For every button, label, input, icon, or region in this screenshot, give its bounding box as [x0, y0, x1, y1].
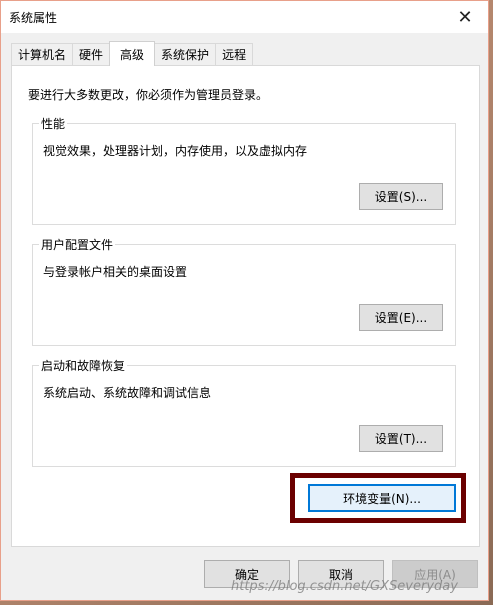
tab-computer-name[interactable]: 计算机名 — [11, 43, 74, 65]
tab-system-protection[interactable]: 系统保护 — [154, 43, 217, 65]
window-title: 系统属性 — [9, 11, 58, 25]
performance-description: 视觉效果，处理器计划，内存使用，以及虚拟内存 — [43, 144, 308, 158]
environment-variables-button[interactable]: 环境变量(N)... — [308, 484, 456, 512]
tab-advanced[interactable]: 高级 — [109, 41, 156, 66]
close-button[interactable]: ✕ — [442, 1, 488, 33]
startup-recovery-description: 系统启动、系统故障和调试信息 — [43, 386, 212, 400]
admin-note: 要进行大多数更改，你必须作为管理员登录。 — [28, 88, 269, 102]
user-profiles-title: 用户配置文件 — [39, 236, 116, 253]
startup-recovery-settings-button[interactable]: 设置(T)... — [359, 425, 443, 452]
user-profiles-group: 用户配置文件 与登录帐户相关的桌面设置 设置(E)... — [32, 236, 456, 346]
title-bar: 系统属性 ✕ — [1, 1, 488, 33]
startup-recovery-group: 启动和故障恢复 系统启动、系统故障和调试信息 设置(T)... — [32, 357, 456, 467]
watermark: https://blog.csdn.net/GXSeveryday — [231, 579, 458, 594]
performance-group: 性能 视觉效果，处理器计划，内存使用，以及虚拟内存 设置(S)... — [32, 115, 456, 225]
user-profiles-settings-button[interactable]: 设置(E)... — [359, 304, 443, 331]
tab-bar: 计算机名 硬件 高级 系统保护 远程 — [11, 41, 254, 66]
performance-title: 性能 — [39, 115, 68, 132]
system-properties-dialog: 系统属性 ✕ 计算机名 硬件 高级 系统保护 远程 要进行大多数更改，你必须作为… — [0, 0, 489, 601]
performance-settings-button[interactable]: 设置(S)... — [359, 183, 443, 210]
tab-remote[interactable]: 远程 — [215, 43, 254, 65]
startup-recovery-title: 启动和故障恢复 — [39, 357, 128, 374]
tab-hardware[interactable]: 硬件 — [72, 43, 111, 65]
close-icon: ✕ — [457, 6, 473, 28]
user-profiles-description: 与登录帐户相关的桌面设置 — [43, 265, 188, 279]
